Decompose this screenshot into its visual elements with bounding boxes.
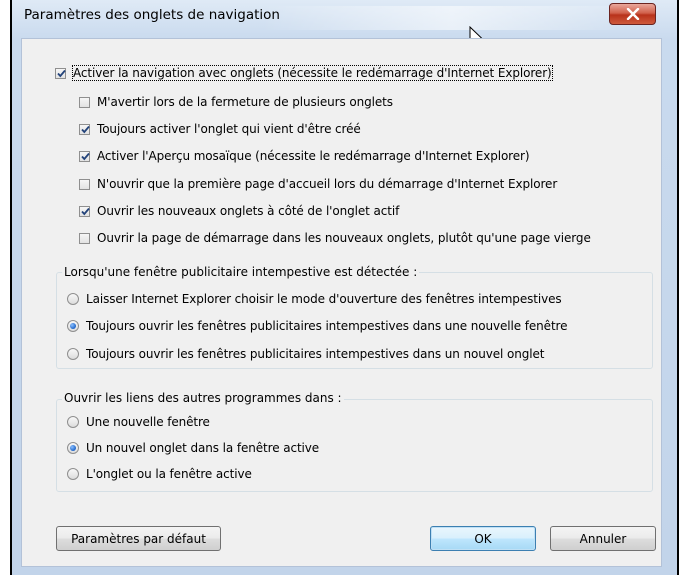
- checkmark-icon: [81, 125, 90, 133]
- dialog-window: Paramètres des onglets de navigation Act…: [12, 0, 677, 575]
- links-radio-new-window[interactable]: Une nouvelle fenêtre: [67, 413, 210, 431]
- enable-tabbed-browsing-checkbox[interactable]: Activer la navigation avec onglets (néce…: [55, 64, 553, 82]
- radio-button[interactable]: [67, 320, 79, 332]
- radio-button[interactable]: [67, 442, 79, 454]
- checkbox-box[interactable]: [55, 67, 66, 79]
- radio-label: Toujours ouvrir les fenêtres publicitair…: [86, 347, 545, 361]
- radio-label: Une nouvelle fenêtre: [86, 415, 210, 429]
- restore-defaults-button[interactable]: Paramètres par défaut: [56, 526, 221, 551]
- checkbox-label: Activer l'Aperçu mosaïque (nécessite le …: [97, 149, 530, 163]
- radio-button[interactable]: [67, 293, 79, 305]
- checkbox-label: Toujours activer l'onglet qui vient d'êt…: [97, 122, 361, 136]
- window-title: Paramètres des onglets de navigation: [24, 7, 280, 23]
- checkmark-icon: [81, 152, 90, 160]
- title-bar[interactable]: Paramètres des onglets de navigation: [12, 0, 677, 32]
- checkbox-box[interactable]: [79, 178, 90, 190]
- checkmark-icon: [57, 69, 66, 77]
- radio-label: Un nouvel onglet dans la fenêtre active: [86, 441, 320, 455]
- popup-group-title: Lorsqu'une fenêtre publicitaire intempes…: [62, 265, 420, 279]
- checkbox-box[interactable]: [79, 96, 90, 108]
- popup-radio-new-tab[interactable]: Toujours ouvrir les fenêtres publicitair…: [67, 345, 544, 363]
- checkmark-icon: [81, 207, 90, 215]
- cancel-button[interactable]: Annuler: [550, 526, 656, 551]
- ok-button[interactable]: OK: [430, 526, 536, 551]
- radio-label: L'onglet ou la fenêtre active: [86, 467, 252, 481]
- checkbox-box[interactable]: [79, 232, 90, 244]
- home-page-in-new-tabs-checkbox[interactable]: Ouvrir la page de démarrage dans les nou…: [79, 229, 591, 247]
- links-group-title: Ouvrir les liens des autres programmes d…: [62, 391, 344, 405]
- open-next-to-current-checkbox[interactable]: Ouvrir les nouveaux onglets à côté de l'…: [79, 202, 399, 220]
- radio-button[interactable]: [67, 348, 79, 360]
- radio-button[interactable]: [67, 468, 79, 480]
- radio-label: Toujours ouvrir les fenêtres publicitair…: [86, 319, 568, 333]
- first-home-page-only-checkbox[interactable]: N'ouvrir que la première page d'accueil …: [79, 175, 557, 193]
- links-radio-current-tab[interactable]: L'onglet ou la fenêtre active: [67, 465, 252, 483]
- dialog-content: Activer la navigation avec onglets (néce…: [21, 38, 662, 567]
- title-bar-glass: [262, 6, 642, 30]
- checkbox-box[interactable]: [79, 123, 90, 135]
- activate-new-tab-checkbox[interactable]: Toujours activer l'onglet qui vient d'êt…: [79, 120, 361, 138]
- warn-closing-tabs-checkbox[interactable]: M'avertir lors de la fermeture de plusie…: [79, 93, 393, 111]
- checkbox-label: M'avertir lors de la fermeture de plusie…: [97, 95, 393, 109]
- checkbox-box[interactable]: [79, 150, 90, 162]
- radio-button[interactable]: [67, 416, 79, 428]
- checkbox-label: Activer la navigation avec onglets (néce…: [72, 65, 553, 81]
- quick-tabs-checkbox[interactable]: Activer l'Aperçu mosaïque (nécessite le …: [79, 147, 530, 165]
- close-x-icon: [626, 8, 640, 20]
- popup-radio-let-ie-decide[interactable]: Laisser Internet Explorer choisir le mod…: [67, 290, 562, 308]
- checkbox-box[interactable]: [79, 205, 90, 217]
- checkbox-label: N'ouvrir que la première page d'accueil …: [97, 177, 558, 191]
- close-button[interactable]: [609, 3, 656, 25]
- popup-radio-new-window[interactable]: Toujours ouvrir les fenêtres publicitair…: [67, 317, 568, 335]
- radio-label: Laisser Internet Explorer choisir le mod…: [86, 292, 562, 306]
- links-radio-new-tab[interactable]: Un nouvel onglet dans la fenêtre active: [67, 439, 319, 457]
- checkbox-label: Ouvrir la page de démarrage dans les nou…: [97, 231, 591, 245]
- checkbox-label: Ouvrir les nouveaux onglets à côté de l'…: [97, 204, 400, 218]
